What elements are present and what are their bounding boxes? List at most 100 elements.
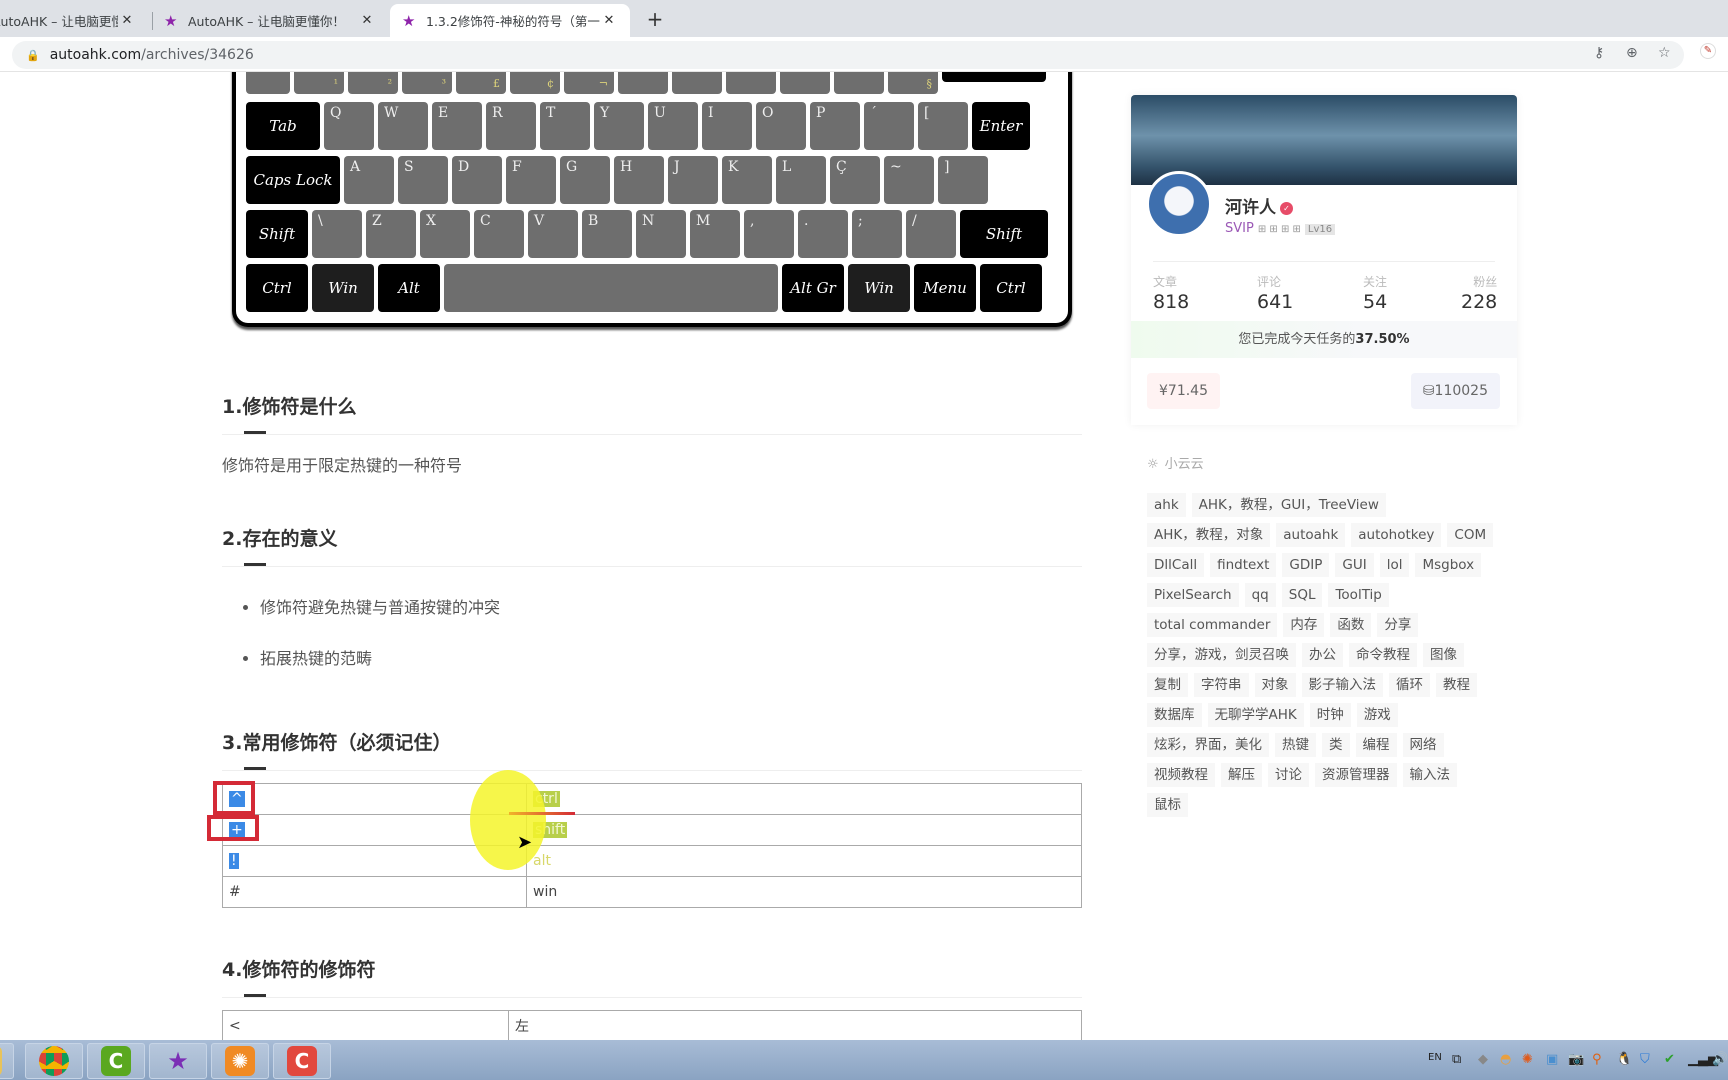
balance-button[interactable]: ¥71.45 <box>1147 373 1220 409</box>
sidebar: 河许人 ✓ SVIP ⊞ ⊞ ⊞ ⊞ Lv16 文章 818 评论 641 关注 54 粉丝… <box>1131 95 1517 827</box>
tag-link[interactable]: 解压 <box>1221 763 1262 787</box>
tray-icon[interactable]: ◆ <box>1478 1052 1488 1067</box>
tag-link[interactable]: 游戏 <box>1356 703 1398 727</box>
taskbar-media-player[interactable]: ✺ <box>211 1043 269 1079</box>
language-indicator[interactable]: EN <box>1428 1052 1442 1063</box>
tag-link[interactable]: 对象 <box>1254 673 1296 697</box>
author-card: 河许人 ✓ SVIP ⊞ ⊞ ⊞ ⊞ Lv16 文章 818 评论 641 关注 54 粉丝… <box>1131 95 1517 425</box>
url-input[interactable]: 🔒 autoahk.com/archives/34626 <box>12 41 1684 69</box>
tag-link[interactable]: GUI <box>1335 553 1374 577</box>
coins-button[interactable]: ⛁110025 <box>1410 373 1500 409</box>
browser-tab[interactable]: AutoAHK – 让电脑更懂你！ ✕ <box>0 4 148 37</box>
tag-link[interactable]: ToolTip <box>1328 583 1389 607</box>
tag-link[interactable]: 教程 <box>1436 673 1477 697</box>
zoom-icon[interactable]: ⊕ <box>1626 45 1638 61</box>
qq-icon[interactable]: 🐧 <box>1616 1052 1632 1067</box>
new-tab-button[interactable]: + <box>642 6 668 32</box>
tag-link[interactable]: 视频教程 <box>1147 763 1215 787</box>
tag-link[interactable]: 网络 <box>1402 733 1444 757</box>
keyboard-key: Ctrl <box>246 264 308 312</box>
autoahk-favicon-icon: ★ <box>164 11 178 30</box>
tag-link[interactable]: 循环 <box>1389 673 1430 697</box>
keyboard-key: U <box>648 102 698 150</box>
modifier-table: ^ ctrl + shift ! alt # win <box>222 783 1082 908</box>
tab-close-icon[interactable]: ✕ <box>118 13 136 28</box>
keyboard-key: Ctrl <box>980 264 1042 312</box>
tag-link[interactable]: 命令教程 <box>1349 643 1417 667</box>
tag-link[interactable]: 输入法 <box>1402 763 1457 787</box>
taskbar-autoahk[interactable]: ★ <box>149 1043 207 1079</box>
tag-link[interactable]: qq <box>1244 583 1276 607</box>
key-icon[interactable]: ⚷ <box>1594 45 1604 61</box>
stat-followers[interactable]: 粉丝 228 <box>1461 273 1497 313</box>
tag-link[interactable]: DllCall <box>1147 553 1205 577</box>
tab-close-icon[interactable]: ✕ <box>600 13 618 28</box>
tag-link[interactable]: findtext <box>1210 553 1277 577</box>
tag-link[interactable]: 编程 <box>1355 733 1397 757</box>
tag-link[interactable]: total commander <box>1147 613 1278 637</box>
taskbar-recorder[interactable]: C <box>273 1043 331 1079</box>
tag-link[interactable]: 时钟 <box>1309 703 1351 727</box>
tray-icon[interactable]: ▣ <box>1546 1052 1558 1067</box>
tag-link[interactable]: 分享 <box>1377 613 1419 637</box>
shield-icon[interactable]: ⛉ <box>1640 1052 1650 1067</box>
tab-title: AutoAHK – 让电脑更懂你！ <box>188 14 345 29</box>
stat-following[interactable]: 关注 54 <box>1363 273 1387 313</box>
tag-link[interactable]: 炫彩，界面，美化 <box>1147 733 1269 757</box>
volume-icon[interactable]: 🔊 <box>1712 1052 1728 1067</box>
tray-window-icon[interactable]: ⧉ <box>1452 1052 1461 1067</box>
list-item: 修饰符避免热键与普通按键的冲突 <box>260 594 500 645</box>
keyboard-key: ~ <box>884 156 934 204</box>
tag-link[interactable]: 内存 <box>1283 613 1325 637</box>
browser-tab[interactable]: ★ AutoAHK – 让电脑更懂你！ ✕ <box>152 4 388 37</box>
tag-link[interactable]: lol <box>1379 553 1410 577</box>
tag-link[interactable]: 分享，游戏，剑灵召唤 <box>1147 643 1296 667</box>
tag-link[interactable]: 办公 <box>1302 643 1343 667</box>
tag-link[interactable]: autohotkey <box>1351 523 1442 547</box>
author-name[interactable]: 河许人 ✓ <box>1225 193 1293 218</box>
tab-close-icon[interactable]: ✕ <box>358 13 376 28</box>
star-icon[interactable]: ☆ <box>1658 45 1671 61</box>
usb-icon[interactable]: ✔ <box>1664 1052 1675 1067</box>
extension-icon[interactable]: ✎ <box>1700 43 1716 59</box>
taskbar-chrome[interactable] <box>25 1043 83 1079</box>
avatar[interactable] <box>1146 171 1212 237</box>
search-tray-icon[interactable]: ⚲ <box>1592 1052 1602 1067</box>
tag-link[interactable]: 鼠标 <box>1147 793 1188 817</box>
tag-link[interactable]: 讨论 <box>1268 763 1309 787</box>
tag-link[interactable]: GDIP <box>1282 553 1330 577</box>
tag-link[interactable]: ahk <box>1147 493 1186 517</box>
tag-link[interactable]: SQL <box>1281 583 1323 607</box>
keyboard-key: Q <box>324 102 374 150</box>
keyboard-key: Ç <box>830 156 880 204</box>
keyboard-key: 8 <box>672 72 722 94</box>
section-heading: 4.修饰符的修饰符 <box>222 959 376 981</box>
keyboard-key: 9 <box>726 72 776 94</box>
sun-icon: ☼ <box>1147 457 1159 472</box>
stat-comments[interactable]: 评论 641 <box>1257 273 1293 313</box>
tag-link[interactable]: 无聊学学AHK <box>1207 703 1304 727</box>
tray-icon[interactable]: ◓ <box>1500 1052 1511 1067</box>
tag-link[interactable]: 字符串 <box>1194 673 1249 697</box>
tag-link[interactable]: 图像 <box>1423 643 1464 667</box>
tray-icon[interactable]: ✺ <box>1522 1052 1533 1067</box>
camera-icon[interactable]: 📷 <box>1568 1052 1584 1067</box>
tag-link[interactable]: PixelSearch <box>1147 583 1239 607</box>
tag-link[interactable]: autoahk <box>1276 523 1346 547</box>
tag-link[interactable]: 资源管理器 <box>1315 763 1397 787</box>
tag-link[interactable]: 函数 <box>1330 613 1372 637</box>
stat-articles[interactable]: 文章 818 <box>1153 273 1189 313</box>
taskbar-explorer[interactable] <box>0 1043 14 1079</box>
tag-link[interactable]: 类 <box>1322 733 1350 757</box>
tag-link[interactable]: 影子输入法 <box>1301 673 1383 697</box>
tag-link[interactable]: 热键 <box>1275 733 1316 757</box>
keyboard-key: - <box>834 72 884 94</box>
taskbar-camtasia[interactable]: C <box>87 1043 145 1079</box>
tag-link[interactable]: 数据库 <box>1147 703 1202 727</box>
tag-link[interactable]: Msgbox <box>1415 553 1482 577</box>
browser-tab-active[interactable]: ★ 1.3.2修饰符-神秘的符号（第一语 ✕ <box>390 4 630 37</box>
tag-link[interactable]: 复制 <box>1147 673 1188 697</box>
tag-link[interactable]: AHK，教程，对象 <box>1147 523 1271 547</box>
tag-link[interactable]: COM <box>1447 523 1494 547</box>
tag-link[interactable]: AHK，教程，GUI，TreeView <box>1191 493 1386 517</box>
